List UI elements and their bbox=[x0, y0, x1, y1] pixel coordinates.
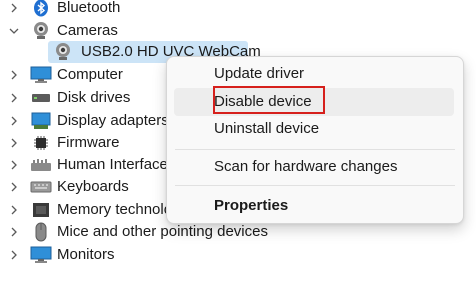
tree-item-label: Keyboards bbox=[57, 178, 129, 195]
tree-item-label: Cameras bbox=[57, 22, 118, 39]
tree-item-label: Disk drives bbox=[57, 89, 131, 106]
tree-item-label: Firmware bbox=[57, 134, 120, 151]
menu-item-properties[interactable]: Properties bbox=[174, 192, 454, 220]
context-menu: Update driver Disable device Uninstall d… bbox=[166, 56, 464, 224]
chevron-right-icon[interactable] bbox=[6, 221, 22, 243]
display-adapter-icon bbox=[30, 110, 52, 132]
menu-separator bbox=[175, 149, 455, 150]
chevron-right-icon[interactable] bbox=[6, 87, 22, 109]
tree-item-label: Monitors bbox=[57, 246, 115, 263]
menu-item-label: Properties bbox=[214, 197, 289, 214]
camera-icon bbox=[30, 20, 52, 42]
menu-item-label: Update driver bbox=[214, 65, 305, 82]
chevron-right-icon[interactable] bbox=[6, 176, 22, 198]
tree-item-label: Bluetooth bbox=[57, 0, 121, 16]
keyboard-icon bbox=[30, 176, 52, 198]
tree-item-bluetooth[interactable]: Bluetooth bbox=[0, 0, 476, 19]
tree-item-label: Computer bbox=[57, 66, 123, 83]
chevron-right-icon[interactable] bbox=[6, 110, 22, 132]
bluetooth-icon bbox=[30, 0, 52, 19]
tree-item-mice[interactable]: Mice and other pointing devices bbox=[0, 221, 476, 243]
menu-item-label: Uninstall device bbox=[214, 120, 320, 137]
computer-icon bbox=[30, 64, 52, 86]
chevron-right-icon[interactable] bbox=[6, 199, 22, 221]
disk-drive-icon bbox=[30, 87, 52, 109]
menu-separator bbox=[175, 185, 455, 186]
annotation-highlight-box bbox=[213, 86, 325, 114]
menu-item-uninstall-device[interactable]: Uninstall device bbox=[174, 115, 454, 143]
tree-item-label: Mice and other pointing devices bbox=[57, 223, 268, 240]
monitor-icon bbox=[30, 244, 52, 266]
tree-item-monitors[interactable]: Monitors bbox=[0, 244, 476, 266]
menu-item-disable-device[interactable]: Disable device bbox=[174, 86, 454, 116]
tree-item-label: Display adapters bbox=[57, 112, 169, 129]
chevron-right-icon[interactable] bbox=[6, 64, 22, 86]
menu-item-scan-hardware[interactable]: Scan for hardware changes bbox=[174, 153, 454, 181]
memory-icon bbox=[30, 199, 52, 221]
chevron-right-icon[interactable] bbox=[6, 244, 22, 266]
menu-item-label: Scan for hardware changes bbox=[214, 158, 398, 175]
chevron-right-icon[interactable] bbox=[6, 154, 22, 176]
webcam-icon bbox=[52, 41, 74, 63]
mouse-icon bbox=[30, 221, 52, 243]
chevron-right-icon[interactable] bbox=[6, 132, 22, 154]
firmware-icon bbox=[30, 132, 52, 154]
tree-item-cameras[interactable]: Cameras bbox=[0, 20, 476, 42]
hid-icon bbox=[30, 154, 52, 176]
chevron-down-icon[interactable] bbox=[6, 20, 22, 42]
menu-item-update-driver[interactable]: Update driver bbox=[174, 60, 454, 88]
chevron-right-icon[interactable] bbox=[6, 0, 22, 19]
